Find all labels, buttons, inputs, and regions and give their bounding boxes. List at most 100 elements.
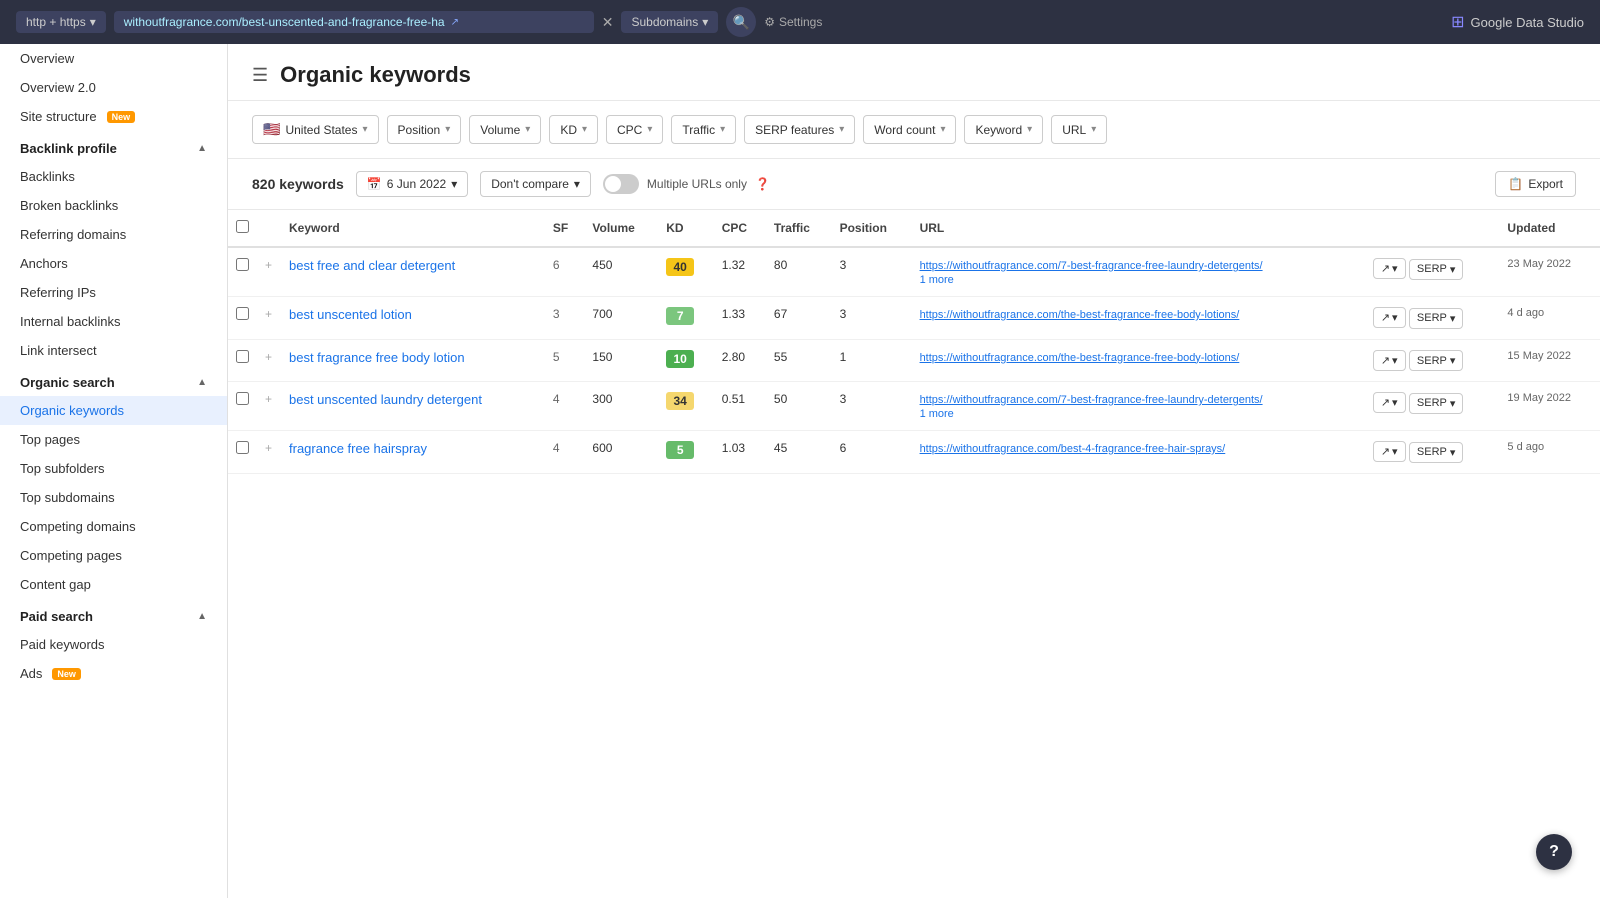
multiple-urls-toggle[interactable]: [603, 174, 639, 194]
serp-button[interactable]: SERP ▾: [1409, 259, 1464, 280]
url-link[interactable]: https://withoutfragrance.com/the-best-fr…: [920, 352, 1240, 364]
sidebar-item-internal-backlinks[interactable]: Internal backlinks: [0, 307, 227, 336]
serp-button[interactable]: SERP ▾: [1409, 442, 1464, 463]
trend-button[interactable]: ↗ ▾: [1373, 258, 1406, 279]
traffic-filter[interactable]: Traffic ▾: [671, 115, 736, 144]
sidebar-item-referring-domains[interactable]: Referring domains: [0, 220, 227, 249]
sidebar-item-overview2[interactable]: Overview 2.0: [0, 73, 227, 102]
kd-filter[interactable]: KD ▾: [549, 115, 598, 144]
th-keyword[interactable]: Keyword: [281, 210, 545, 247]
row-checkbox-cell: [228, 339, 257, 382]
row-expand-cell[interactable]: +: [257, 297, 281, 340]
sidebar-item-overview[interactable]: Overview: [0, 44, 227, 73]
trend-button[interactable]: ↗ ▾: [1373, 392, 1406, 413]
protocol-selector[interactable]: http + https ▾: [16, 11, 106, 33]
word-count-filter[interactable]: Word count ▾: [863, 115, 956, 144]
sidebar-item-broken-backlinks[interactable]: Broken backlinks: [0, 191, 227, 220]
row-checkbox[interactable]: [236, 307, 249, 320]
row-kd: 40: [658, 247, 714, 297]
trend-button[interactable]: ↗ ▾: [1373, 350, 1406, 371]
sidebar-item-site-structure[interactable]: Site structure New: [0, 102, 227, 131]
serp-button[interactable]: SERP ▾: [1409, 308, 1464, 329]
sidebar-item-top-pages[interactable]: Top pages: [0, 425, 227, 454]
th-kd[interactable]: KD: [658, 210, 714, 247]
cpc-filter[interactable]: CPC ▾: [606, 115, 663, 144]
trend-button[interactable]: ↗ ▾: [1373, 441, 1406, 462]
url-more-link[interactable]: 1 more: [920, 408, 954, 420]
table-row: + best free and clear detergent 6 450 40…: [228, 247, 1600, 297]
chevron-down-icon: ▾: [940, 124, 945, 135]
url-link[interactable]: https://withoutfragrance.com/the-best-fr…: [920, 309, 1240, 321]
keyword-link[interactable]: best unscented lotion: [289, 307, 412, 322]
sidebar-item-top-subfolders[interactable]: Top subfolders: [0, 454, 227, 483]
position-filter[interactable]: Position ▾: [387, 115, 462, 144]
row-expand-cell[interactable]: +: [257, 339, 281, 382]
chevron-down-icon: ▾: [574, 177, 580, 191]
th-volume[interactable]: Volume: [584, 210, 658, 247]
date-selector[interactable]: 📅 6 Jun 2022 ▾: [356, 171, 468, 197]
protocol-chevron: ▾: [90, 15, 96, 29]
sidebar-item-content-gap[interactable]: Content gap: [0, 570, 227, 599]
th-position[interactable]: Position: [832, 210, 912, 247]
serp-button[interactable]: SERP ▾: [1409, 393, 1464, 414]
sidebar-section-backlink-profile[interactable]: Backlink profile ▲: [0, 131, 227, 162]
row-expand-cell[interactable]: +: [257, 247, 281, 297]
sidebar-item-organic-keywords[interactable]: Organic keywords: [0, 396, 227, 425]
row-checkbox-cell: [228, 382, 257, 431]
row-keyword[interactable]: best fragrance free body lotion: [281, 339, 545, 382]
url-filter[interactable]: URL ▾: [1051, 115, 1107, 144]
url-link[interactable]: https://withoutfragrance.com/7-best-frag…: [920, 260, 1263, 272]
th-sf[interactable]: SF: [545, 210, 585, 247]
help-float-button[interactable]: ?: [1536, 834, 1572, 870]
row-keyword[interactable]: best unscented laundry detergent: [281, 382, 545, 431]
sidebar-item-top-subdomains[interactable]: Top subdomains: [0, 483, 227, 512]
th-cpc[interactable]: CPC: [714, 210, 766, 247]
row-keyword[interactable]: fragrance free hairspray: [281, 431, 545, 474]
serp-features-filter[interactable]: SERP features ▾: [744, 115, 855, 144]
sidebar-item-competing-domains[interactable]: Competing domains: [0, 512, 227, 541]
sidebar-item-anchors[interactable]: Anchors: [0, 249, 227, 278]
hamburger-icon[interactable]: ☰: [252, 65, 268, 86]
row-keyword[interactable]: best unscented lotion: [281, 297, 545, 340]
sidebar-item-link-intersect[interactable]: Link intersect: [0, 336, 227, 365]
th-updated[interactable]: Updated: [1499, 210, 1600, 247]
row-checkbox[interactable]: [236, 350, 249, 363]
url-more-link[interactable]: 1 more: [920, 274, 954, 286]
row-checkbox[interactable]: [236, 258, 249, 271]
keyword-link[interactable]: best unscented laundry detergent: [289, 392, 482, 407]
settings-button[interactable]: ⚙ Settings: [764, 15, 822, 29]
select-all-checkbox[interactable]: [236, 220, 249, 233]
row-checkbox[interactable]: [236, 441, 249, 454]
keyword-link[interactable]: fragrance free hairspray: [289, 441, 427, 456]
row-keyword[interactable]: best free and clear detergent: [281, 247, 545, 297]
keyword-link[interactable]: best free and clear detergent: [289, 258, 455, 273]
sidebar-item-paid-keywords[interactable]: Paid keywords: [0, 630, 227, 659]
help-icon[interactable]: ❓: [755, 177, 770, 191]
row-sf: 4: [545, 431, 585, 474]
volume-filter[interactable]: Volume ▾: [469, 115, 541, 144]
th-traffic[interactable]: Traffic: [766, 210, 832, 247]
url-link[interactable]: https://withoutfragrance.com/best-4-frag…: [920, 443, 1226, 455]
th-url[interactable]: URL: [912, 210, 1365, 247]
keyword-filter[interactable]: Keyword ▾: [964, 115, 1043, 144]
row-checkbox[interactable]: [236, 392, 249, 405]
subdomains-selector[interactable]: Subdomains ▾: [621, 11, 718, 33]
sidebar-item-referring-ips[interactable]: Referring IPs: [0, 278, 227, 307]
url-close-icon[interactable]: ✕: [602, 14, 614, 31]
sidebar-item-ads[interactable]: Ads New: [0, 659, 227, 688]
sidebar-section-organic-search[interactable]: Organic search ▲: [0, 365, 227, 396]
row-expand-cell[interactable]: +: [257, 382, 281, 431]
sidebar-item-backlinks[interactable]: Backlinks: [0, 162, 227, 191]
url-bar[interactable]: withoutfragrance.com/best-unscented-and-…: [114, 11, 594, 33]
url-link[interactable]: https://withoutfragrance.com/7-best-frag…: [920, 394, 1263, 406]
compare-selector[interactable]: Don't compare ▾: [480, 171, 591, 197]
search-button[interactable]: 🔍: [726, 7, 756, 37]
serp-button[interactable]: SERP ▾: [1409, 350, 1464, 371]
export-button[interactable]: 📋 Export: [1495, 171, 1576, 197]
sidebar-item-competing-pages[interactable]: Competing pages: [0, 541, 227, 570]
keyword-link[interactable]: best fragrance free body lotion: [289, 350, 465, 365]
sidebar-section-paid-search[interactable]: Paid search ▲: [0, 599, 227, 630]
trend-button[interactable]: ↗ ▾: [1373, 307, 1406, 328]
row-expand-cell[interactable]: +: [257, 431, 281, 474]
country-filter[interactable]: 🇺🇸 United States ▾: [252, 115, 379, 144]
